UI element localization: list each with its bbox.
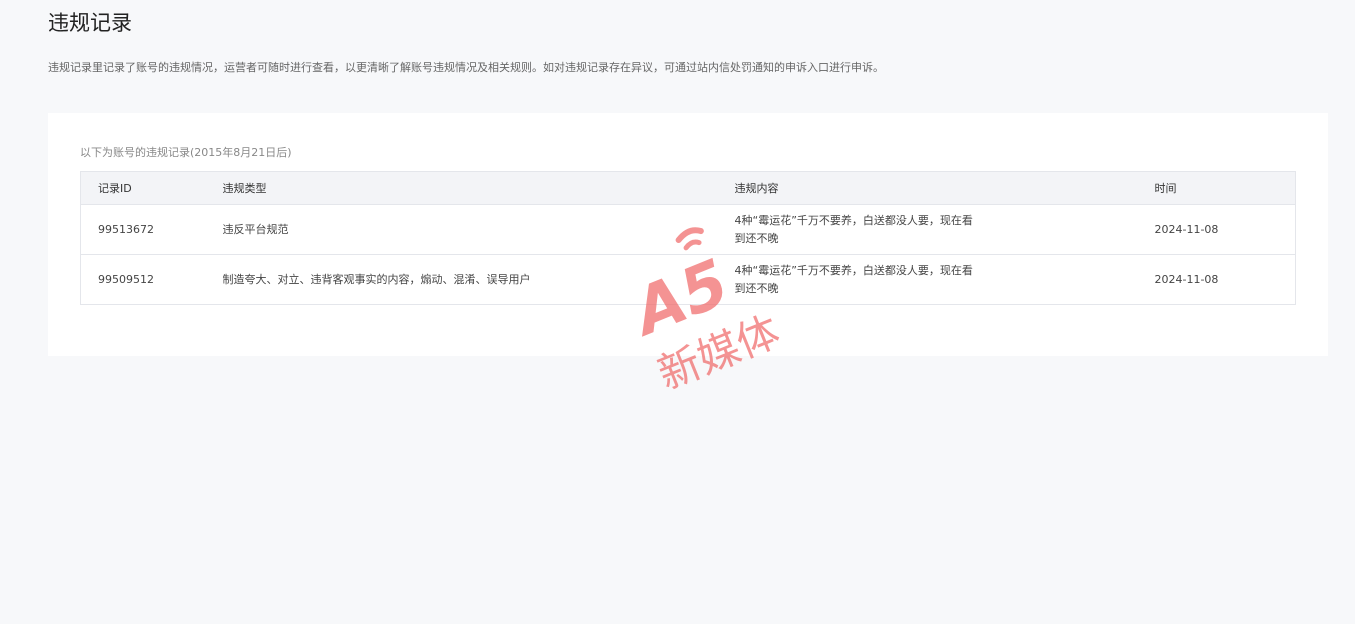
record-id: 99509512 xyxy=(98,272,154,286)
record-time: 2024-11-08 xyxy=(1154,222,1219,236)
column-header-content: 违规内容 xyxy=(734,182,779,195)
records-table: 记录ID 违规类型 违规内容 时间 99513672 违反平台规范 4种“霉运花… xyxy=(80,171,1296,305)
column-header-time: 时间 xyxy=(1154,182,1177,195)
record-id: 99513672 xyxy=(98,222,154,236)
page-title: 违规记录 xyxy=(48,11,132,35)
column-header-type: 违规类型 xyxy=(222,182,267,195)
record-time: 2024-11-08 xyxy=(1154,272,1219,286)
table-row: 99509512 制造夸大、对立、违背客观事实的内容，煽动、混淆、误导用户 4种… xyxy=(80,254,1296,305)
violation-records-page: 违规记录 违规记录里记录了账号的违规情况，运营者可随时进行查看，以更清晰了解账号… xyxy=(0,0,1355,624)
record-type: 制造夸大、对立、违背客观事实的内容，煽动、混淆、误导用户 xyxy=(222,272,531,286)
page-description: 违规记录里记录了账号的违规情况，运营者可随时进行查看，以更清晰了解账号违规情况及… xyxy=(48,61,884,74)
table-row: 99513672 违反平台规范 4种“霉运花”千万不要养，白送都没人要，现在看到… xyxy=(80,204,1296,255)
table-header-row: 记录ID 违规类型 违规内容 时间 xyxy=(80,171,1296,205)
column-header-id: 记录ID xyxy=(98,182,132,195)
record-content: 4种“霉运花”千万不要养，白送都没人要，现在看到还不晚 xyxy=(734,213,973,245)
record-content: 4种“霉运花”千万不要养，白送都没人要，现在看到还不晚 xyxy=(734,263,973,295)
records-caption: 以下为账号的违规记录(2015年8月21日后) xyxy=(80,146,292,159)
record-content-cell: 4种“霉运花”千万不要养，白送都没人要，现在看到还不晚 xyxy=(718,205,1138,255)
records-card: 以下为账号的违规记录(2015年8月21日后) 记录ID 违规类型 违规内容 时… xyxy=(48,113,1328,356)
record-type: 违反平台规范 xyxy=(222,222,289,236)
record-content-cell: 4种“霉运花”千万不要养，白送都没人要，现在看到还不晚 xyxy=(718,255,1138,305)
